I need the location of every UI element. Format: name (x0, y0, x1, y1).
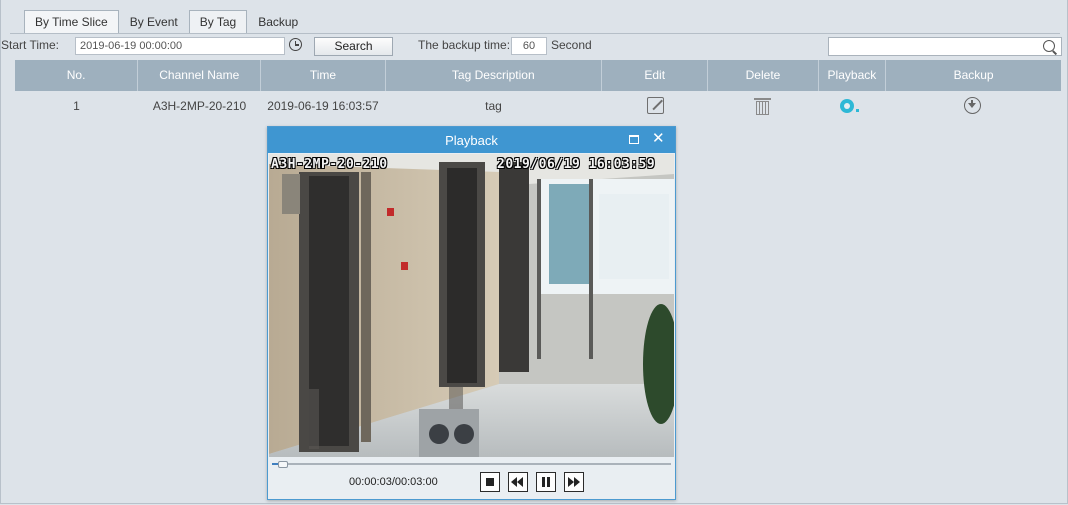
table-header: No. Channel Name Time Tag Description Ed… (15, 60, 1061, 91)
search-button[interactable]: Search (314, 37, 393, 56)
search-input[interactable] (828, 37, 1062, 56)
cell-backup (885, 91, 1061, 121)
fast-forward-icon (568, 477, 580, 487)
column-header-tag-description: Tag Description (386, 60, 603, 91)
column-header-delete: Delete (708, 60, 819, 91)
backup-time-unit: Second (551, 38, 592, 52)
cell-channel-name: A3H-2MP-20-210 (152, 99, 247, 113)
backup-time-field[interactable]: 60 (511, 37, 547, 55)
edit-icon[interactable] (647, 97, 664, 114)
column-header-time: Time (261, 60, 386, 91)
tab-by-event[interactable]: By Event (119, 10, 189, 33)
playback-icon[interactable] (840, 99, 859, 113)
rewind-button[interactable] (508, 472, 528, 492)
tab-divider (10, 33, 1060, 34)
backup-time-label: The backup time: (418, 38, 511, 52)
time-readout: 00:00:03/00:03:00 (349, 476, 438, 488)
cell-playback (818, 91, 885, 121)
cell-tag-description: tag (485, 99, 502, 113)
cell-time: 2019-06-19 16:03:57 (267, 99, 379, 113)
tab-by-tag[interactable]: By Tag (188, 10, 248, 33)
clock-icon[interactable] (289, 38, 302, 51)
maximize-icon[interactable] (629, 135, 639, 144)
rewind-icon (511, 477, 523, 487)
pause-icon (542, 477, 545, 487)
column-header-playback: Playback (819, 60, 887, 91)
playback-dialog: Playback ✕ A3H-2MP-20-210 2019/06/19 16:… (267, 126, 676, 500)
stop-button[interactable] (480, 472, 500, 492)
close-icon[interactable]: ✕ (652, 129, 665, 149)
fast-forward-button[interactable] (564, 472, 584, 492)
download-icon[interactable] (964, 97, 981, 114)
start-time-field[interactable]: 2019-06-19 00:00:00 (75, 37, 285, 55)
progress-bar[interactable] (272, 461, 671, 468)
trash-icon[interactable] (754, 98, 771, 115)
tab-backup[interactable]: Backup (247, 10, 309, 33)
osd-timestamp: 2019/06/19 16:03:59 (497, 157, 656, 172)
column-header-backup: Backup (953, 68, 994, 82)
stop-icon (486, 478, 494, 486)
pause-button[interactable] (536, 472, 556, 492)
tab-bar: By Time Slice By Event By Tag Backup (24, 10, 309, 34)
video-frame[interactable]: A3H-2MP-20-210 2019/06/19 16:03:59 (269, 154, 674, 457)
cell-edit (602, 91, 708, 121)
progress-handle[interactable] (278, 461, 288, 468)
cell-delete (708, 91, 818, 121)
osd-channel: A3H-2MP-20-210 (271, 157, 388, 172)
cell-no: 1 (73, 99, 80, 113)
toolbar: Start Time: 2019-06-19 00:00:00 Search T… (0, 36, 1066, 56)
video-image (269, 154, 674, 457)
column-header-no: No. (15, 60, 139, 91)
column-header-edit: Edit (602, 60, 709, 91)
table-row[interactable]: 1 A3H-2MP-20-210 2019-06-19 16:03:57 tag (15, 91, 1061, 121)
tab-by-time-slice[interactable]: By Time Slice (24, 10, 119, 33)
search-icon[interactable] (1043, 40, 1055, 52)
start-time-label: Start Time: (1, 38, 60, 52)
column-header-channel-name: Channel Name (138, 60, 262, 91)
dialog-title: Playback (268, 127, 675, 153)
